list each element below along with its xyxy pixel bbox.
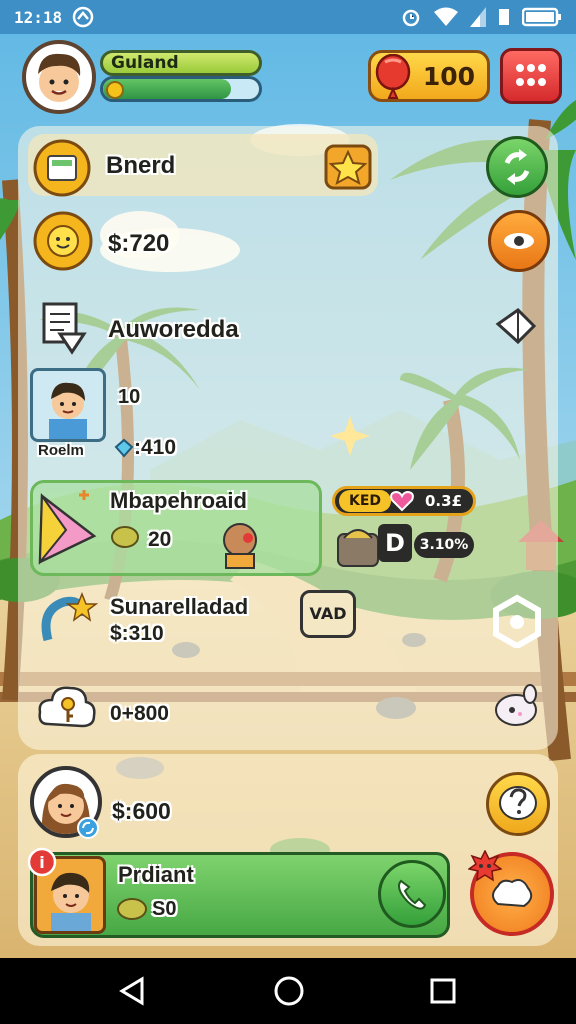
xp-bar <box>100 76 262 102</box>
player-name-bar: Guland <box>100 50 262 76</box>
question-icon <box>499 786 537 820</box>
sync-icon <box>504 149 530 185</box>
row-money-label: $:720 <box>108 230 170 257</box>
stock-letter: D <box>378 524 412 562</box>
footer-balance: $:600 <box>112 798 171 824</box>
heart-icon <box>390 490 414 512</box>
row-mbapeh-label: Mbapehroaid <box>110 488 247 513</box>
friend-name: Prdiant <box>118 862 194 887</box>
eye-button[interactable] <box>488 210 550 272</box>
seed-icon <box>111 526 139 548</box>
boy-face-icon <box>38 53 81 102</box>
player-name: Guland <box>111 53 179 73</box>
battery-icon <box>522 7 561 27</box>
row-mbapeh-value: 20 <box>148 528 172 551</box>
speech-bubble[interactable]: VAD <box>300 590 356 638</box>
burst-badge-icon <box>468 850 502 882</box>
market-tag-label: KED <box>339 490 391 512</box>
status-bar: 12:18 <box>0 0 576 34</box>
market-tag-value: 0.3£ <box>425 492 463 510</box>
character-card[interactable] <box>30 368 106 442</box>
market-tag[interactable]: KED 0.3£ <box>332 486 476 516</box>
notification-icon <box>72 6 94 28</box>
stock-value: 3.10% <box>414 532 474 558</box>
eye-icon <box>504 233 534 249</box>
help-button[interactable] <box>486 772 550 836</box>
alarm-icon <box>402 9 420 27</box>
home-icon[interactable] <box>272 974 306 1008</box>
sun-badge-icon <box>33 211 93 271</box>
friend-value: S0 <box>152 898 177 920</box>
share-icon[interactable] <box>494 306 540 346</box>
back-icon[interactable] <box>118 976 148 1006</box>
recents-icon[interactable] <box>428 976 458 1006</box>
character-card-name: Roelm <box>38 442 84 459</box>
hexagon-icon[interactable] <box>490 594 544 648</box>
printer-icon <box>33 139 91 197</box>
horseshoe-wand-icon <box>41 591 98 642</box>
grid-menu-icon <box>516 64 546 86</box>
call-button[interactable] <box>378 860 446 928</box>
bunny-icon[interactable] <box>490 684 544 730</box>
diamond-icon <box>114 438 134 458</box>
svg-text:i: i <box>39 853 44 872</box>
phone-icon <box>398 879 427 910</box>
android-nav-bar <box>0 958 576 1024</box>
sync-button[interactable] <box>486 136 548 198</box>
cloud-key-icon <box>38 686 96 728</box>
row-auto-label: Auworedda <box>108 316 239 343</box>
signal-icon <box>470 7 486 27</box>
character-gems: :410 <box>134 436 177 459</box>
row-bonus-value: 0+800 <box>110 702 169 725</box>
row-sunar-value: $:310 <box>110 622 164 645</box>
sim-icon <box>499 9 509 25</box>
star-icon[interactable] <box>324 144 372 190</box>
wifi-icon <box>434 7 458 26</box>
balloon-gem-icon <box>375 54 411 99</box>
clock: 12:18 <box>14 7 63 27</box>
row-sunar-label: Sunarelladad <box>110 594 249 619</box>
gem-count: 100 <box>422 62 475 91</box>
seed-icon <box>117 898 147 920</box>
gem-counter[interactable]: 100 <box>368 50 490 102</box>
refresh-badge-icon <box>77 817 99 839</box>
row-bnerd-label: Bnerd <box>106 152 176 179</box>
character-level: 10 <box>118 386 141 408</box>
info-badge-icon[interactable]: i <box>26 846 58 878</box>
menu-button[interactable] <box>500 48 562 104</box>
trophy-icon <box>337 529 379 567</box>
tent-icon <box>38 490 97 565</box>
boy-portrait-icon <box>49 382 87 441</box>
player-avatar[interactable] <box>22 40 96 114</box>
creature-icon <box>223 523 257 569</box>
document-download-icon <box>42 302 87 355</box>
coin-icon <box>106 81 124 99</box>
